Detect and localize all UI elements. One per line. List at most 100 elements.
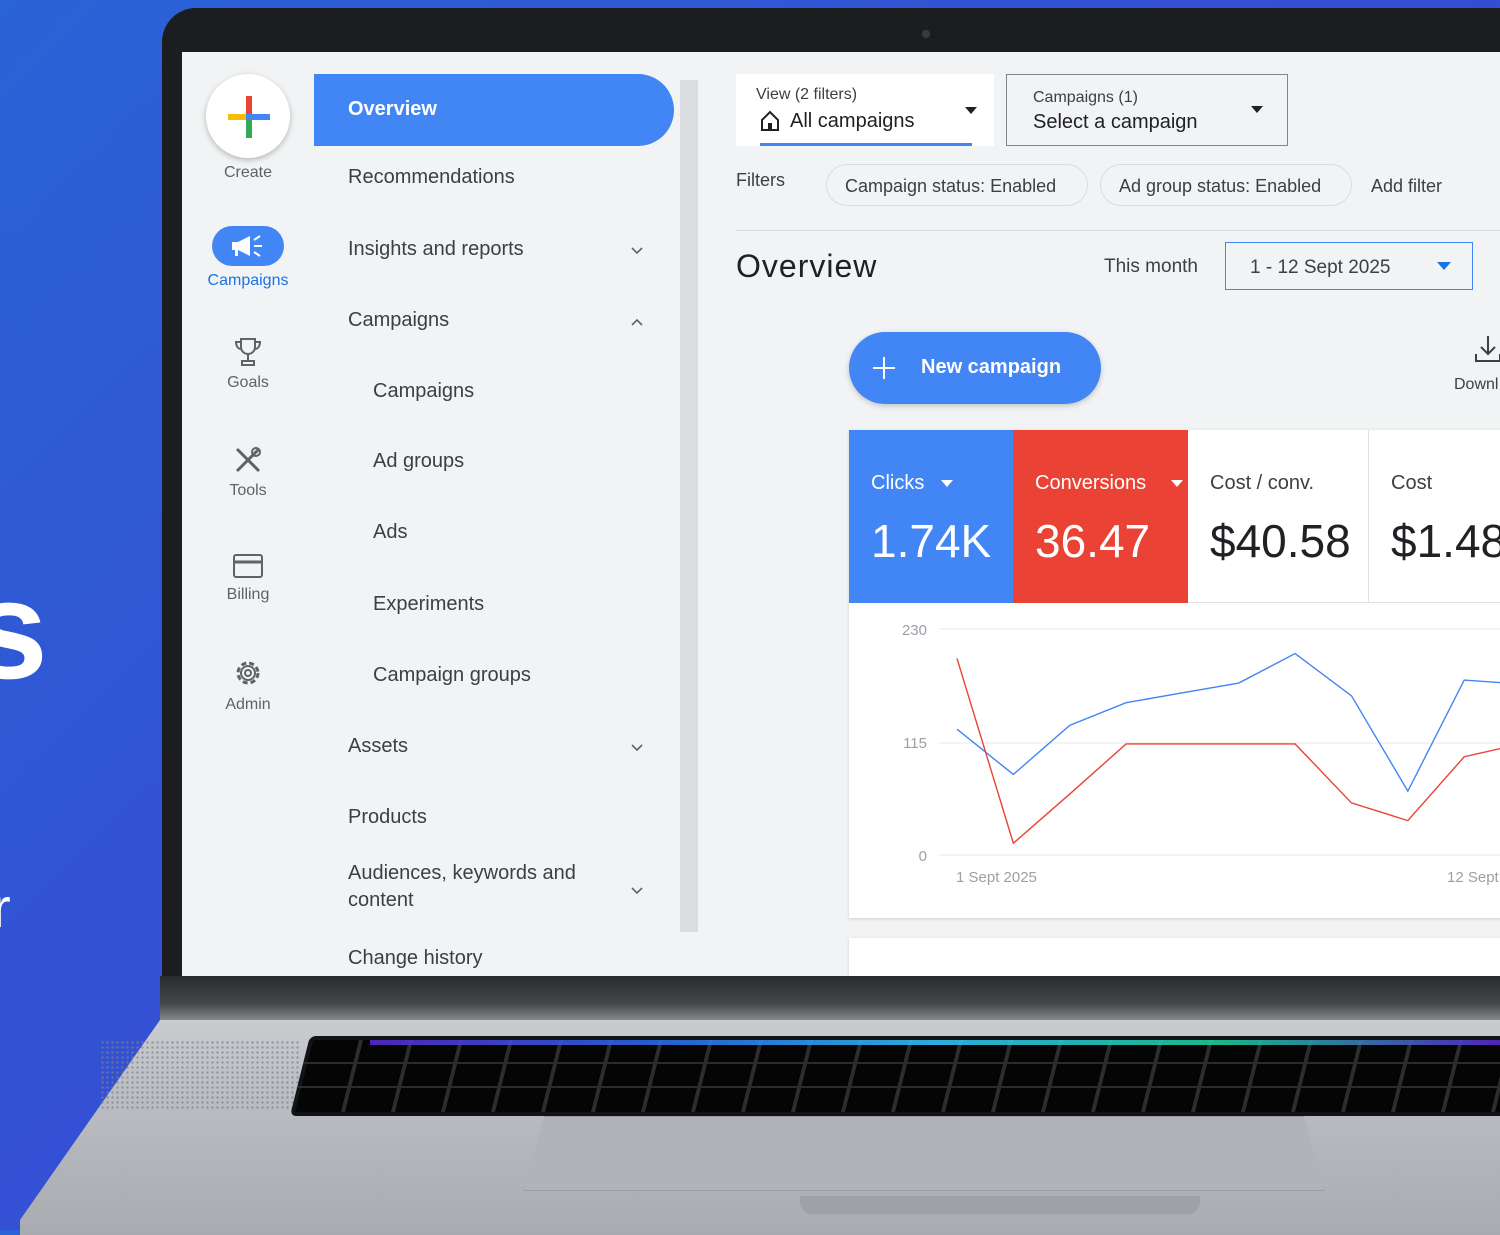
rail-item-tools[interactable]: Tools xyxy=(182,444,314,500)
background-partial-letter-s: s xyxy=(0,551,48,708)
speaker-grille xyxy=(100,1040,300,1110)
nav-item-recommendations[interactable]: Recommendations xyxy=(314,166,674,190)
caret-down-icon xyxy=(1171,480,1183,487)
trophy-icon xyxy=(234,338,262,366)
laptop-camera xyxy=(922,30,930,38)
nav-audiences-label-line1: Audiences, keywords and xyxy=(348,862,576,884)
nav-item-ads[interactable]: Ads xyxy=(314,521,674,545)
nav-item-insights[interactable]: Insights and reports xyxy=(314,238,674,262)
metric-cost-value: $1.48 xyxy=(1391,515,1500,567)
metric-conversions-label: Conversions xyxy=(1035,472,1147,494)
keyboard xyxy=(290,1036,1500,1116)
trackpad xyxy=(524,1116,1324,1191)
metric-cost-label: Cost xyxy=(1391,472,1433,494)
view-filter-label: View (2 filters) xyxy=(756,86,858,103)
filter-chip-campaign-status[interactable]: Campaign status: Enabled xyxy=(826,164,1088,206)
nav-scrollbar[interactable] xyxy=(680,80,698,932)
tools-label: Tools xyxy=(229,482,267,499)
nav-item-assets[interactable]: Assets xyxy=(314,735,674,759)
nav-assets-label: Assets xyxy=(348,735,409,757)
rail-item-billing[interactable]: Billing xyxy=(182,552,314,604)
metric-clicks-value: 1.74K xyxy=(871,515,992,567)
view-filter-value: All campaigns xyxy=(790,110,915,132)
nav-change-history-label: Change history xyxy=(348,947,483,969)
performance-line-chart: 230 115 0 1 Sept 2025 12 Sept xyxy=(902,622,1500,886)
laptop-screen: Create Campaigns Goals Tools Billing Adm… xyxy=(182,52,1500,976)
credit-card-icon xyxy=(233,554,263,578)
view-filter-underline xyxy=(760,143,972,146)
laptop-hinge xyxy=(160,976,1500,1022)
plus-icon xyxy=(873,357,895,379)
nav-recommendations-label: Recommendations xyxy=(348,166,515,188)
nav-campaigns-group-label: Campaigns xyxy=(348,309,450,331)
y-tick-0: 0 xyxy=(919,848,927,865)
campaign-select-dropdown[interactable]: Campaigns (1) Select a campaign xyxy=(1006,74,1288,146)
tools-icon xyxy=(235,447,261,473)
download-button[interactable]: Downl xyxy=(1454,334,1500,400)
lid-notch xyxy=(800,1196,1200,1214)
rail-item-campaigns[interactable]: Campaigns xyxy=(182,226,314,290)
metric-cost-per-conv-value: $40.58 xyxy=(1210,515,1351,567)
metric-conversions-value: 36.47 xyxy=(1035,515,1151,567)
billing-label: Billing xyxy=(226,586,270,603)
y-tick-115: 115 xyxy=(903,735,927,752)
chevron-up-icon xyxy=(631,318,643,326)
key-rows xyxy=(294,1040,1500,1112)
chevron-down-icon xyxy=(631,247,643,255)
rail-item-goals[interactable]: Goals xyxy=(182,336,314,392)
nav-experiments-label: Experiments xyxy=(373,593,485,615)
nav-item-campaigns[interactable]: Campaigns xyxy=(314,380,674,404)
key-row-gap-2 xyxy=(296,1086,1500,1088)
series-clicks-line xyxy=(956,652,1500,793)
nav-ads-label: Ads xyxy=(373,521,408,543)
key-row-gap-1 xyxy=(302,1062,1500,1064)
rail-item-admin[interactable]: Admin xyxy=(182,656,314,714)
chevron-down-icon xyxy=(631,744,643,752)
side-navigation: Overview Recommendations Insights and re… xyxy=(314,52,698,976)
secondary-card xyxy=(849,938,1500,976)
create-button[interactable] xyxy=(206,74,290,158)
metric-cost-per-conv-label: Cost / conv. xyxy=(1210,472,1315,494)
x-tick-start: 1 Sept 2025 xyxy=(956,869,1037,886)
admin-label: Admin xyxy=(225,696,271,713)
view-filter-dropdown[interactable]: View (2 filters) All campaigns xyxy=(736,74,994,146)
home-icon xyxy=(761,110,779,131)
filter-chip-ad-group-status[interactable]: Ad group status: Enabled xyxy=(1100,164,1352,206)
caret-down-icon xyxy=(965,107,977,114)
nav-item-campaigns-group[interactable]: Campaigns xyxy=(314,309,674,333)
add-filter-link[interactable]: Add filter xyxy=(1371,176,1442,197)
campaigns-label: Campaigns xyxy=(207,272,289,289)
nav-item-products[interactable]: Products xyxy=(314,806,674,830)
nav-item-campaign-groups[interactable]: Campaign groups xyxy=(314,664,674,688)
caret-down-icon xyxy=(1251,106,1263,113)
nav-ad-groups-label: Ad groups xyxy=(373,450,465,472)
chevron-down-icon xyxy=(631,887,643,895)
date-range-picker[interactable]: 1 - 12 Sept 2025 xyxy=(1225,242,1473,290)
metric-cost[interactable]: Cost $1.48 xyxy=(1369,430,1500,603)
nav-campaign-groups-label: Campaign groups xyxy=(373,664,531,686)
nav-item-experiments[interactable]: Experiments xyxy=(314,593,674,617)
filters-label: Filters xyxy=(736,170,785,190)
download-label: Downl xyxy=(1454,376,1499,393)
icon-rail: Create Campaigns Goals Tools Billing Adm… xyxy=(182,52,314,976)
nav-audiences-label-line2: content xyxy=(348,889,414,911)
metric-clicks[interactable]: Clicks 1.74K xyxy=(849,430,1013,603)
metric-conversions[interactable]: Conversions 36.47 xyxy=(1013,430,1188,603)
performance-card: Clicks 1.74K Conversions 36.47 Cost / co… xyxy=(849,430,1500,918)
nav-item-overview[interactable]: Overview xyxy=(314,74,674,146)
download-icon xyxy=(1475,336,1500,362)
megaphone-icon xyxy=(232,235,262,257)
goals-label: Goals xyxy=(227,374,269,391)
plus-icon xyxy=(228,96,270,138)
date-period-label: This month xyxy=(1104,256,1198,277)
campaign-select-label: Campaigns (1) xyxy=(1033,89,1138,106)
new-campaign-button[interactable]: New campaign xyxy=(849,332,1101,404)
metric-cost-per-conversion[interactable]: Cost / conv. $40.58 xyxy=(1188,430,1369,603)
nav-item-ad-groups[interactable]: Ad groups xyxy=(314,450,674,474)
gear-icon xyxy=(236,661,260,685)
nav-item-audiences[interactable]: Audiences, keywords and content xyxy=(314,862,674,916)
background-partial-letter-r: r xyxy=(0,876,11,939)
nav-item-change-history[interactable]: Change history xyxy=(314,947,674,971)
nav-insights-label: Insights and reports xyxy=(348,238,524,260)
nav-overview-label: Overview xyxy=(348,98,437,120)
